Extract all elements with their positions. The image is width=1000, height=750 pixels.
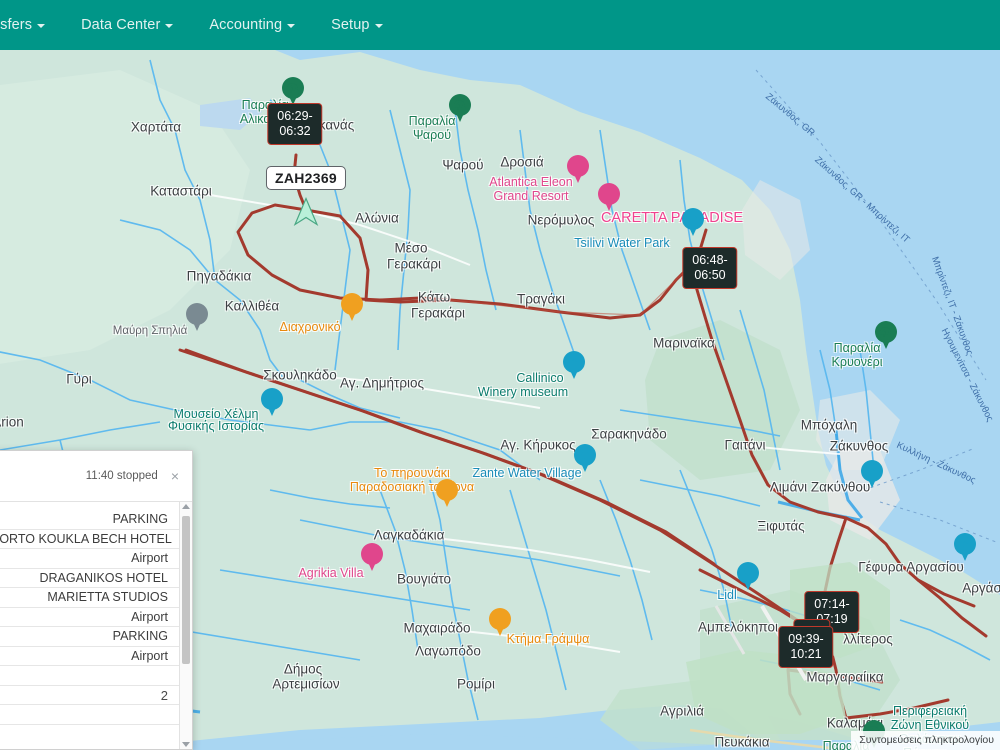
keyboard-shortcuts-attribution[interactable]: Συντομεύσεις πληκτρολογίου [851,731,1000,750]
chevron-down-icon [287,24,296,28]
nav-item-label: Setup [331,17,370,33]
list-item[interactable]: Airport [0,647,179,666]
stop-tooltip-0629[interactable]: 06:29- 06:32 [267,103,323,145]
list-item[interactable] [0,705,179,725]
stop-time-end: 10:21 [790,647,822,661]
list-item[interactable]: MARIETTA STUDIOS [0,588,179,608]
list-item[interactable]: DRAGANIKOS HOTEL [0,569,179,588]
nav-data-center[interactable]: Data Center [71,11,183,39]
nav-setup[interactable]: Setup [321,11,392,39]
list-item[interactable]: Airport [0,549,179,569]
scroll-down-icon[interactable] [182,742,190,747]
nav-item-label: nsfers [0,17,33,33]
list-item[interactable]: Airport [0,608,179,627]
list-item[interactable]: PARKING [0,627,179,647]
chevron-down-icon [165,24,174,28]
close-icon[interactable]: × [168,467,182,485]
list-item[interactable]: PARKING [0,510,179,530]
stop-time-start: 06:48- [692,253,728,267]
stop-time-start: 09:39- [788,632,824,646]
vehicle-plate-label[interactable]: ZAH2369 [265,166,347,190]
stop-tooltip-0648[interactable]: 06:48- 06:50 [682,247,738,289]
nav-item-label: Accounting [209,17,283,33]
destination-list[interactable]: PARKING PORTO KOUKLA BECH HOTEL Airport DRA… [0,502,179,749]
list-item[interactable]: PORTO KOUKLA BECH HOTEL [0,530,179,549]
stop-time-end: 06:32 [279,124,311,138]
vertical-scrollbar[interactable] [179,502,192,749]
stop-time-start: 06:29- [277,109,313,123]
nav-item-label: Data Center [81,17,161,33]
scrollbar-thumb[interactable] [182,516,190,664]
trip-details-panel[interactable]: 11:40 stopped × PARKING PORTO KOUKLA BECH… [0,450,193,750]
panel-body: PARKING PORTO KOUKLA BECH HOTEL Airport DRA… [0,501,192,749]
stop-time-start: 07:14- [814,597,850,611]
list-item[interactable] [0,666,179,686]
top-navigation-bar: nsfers Data Center Accounting Setup [0,0,1000,50]
scroll-up-icon[interactable] [182,504,190,509]
chevron-down-icon [37,24,46,28]
panel-status-text: 11:40 stopped [85,470,158,482]
stop-tooltip-0939[interactable]: 09:39- 10:21 [778,626,834,668]
nav-transfers[interactable]: nsfers [0,11,55,39]
chevron-down-icon [374,24,383,28]
list-item[interactable]: 2 [0,686,179,705]
nav-accounting[interactable]: Accounting [199,11,305,39]
stop-time-end: 06:50 [694,268,726,282]
panel-header: 11:40 stopped × [0,451,192,501]
